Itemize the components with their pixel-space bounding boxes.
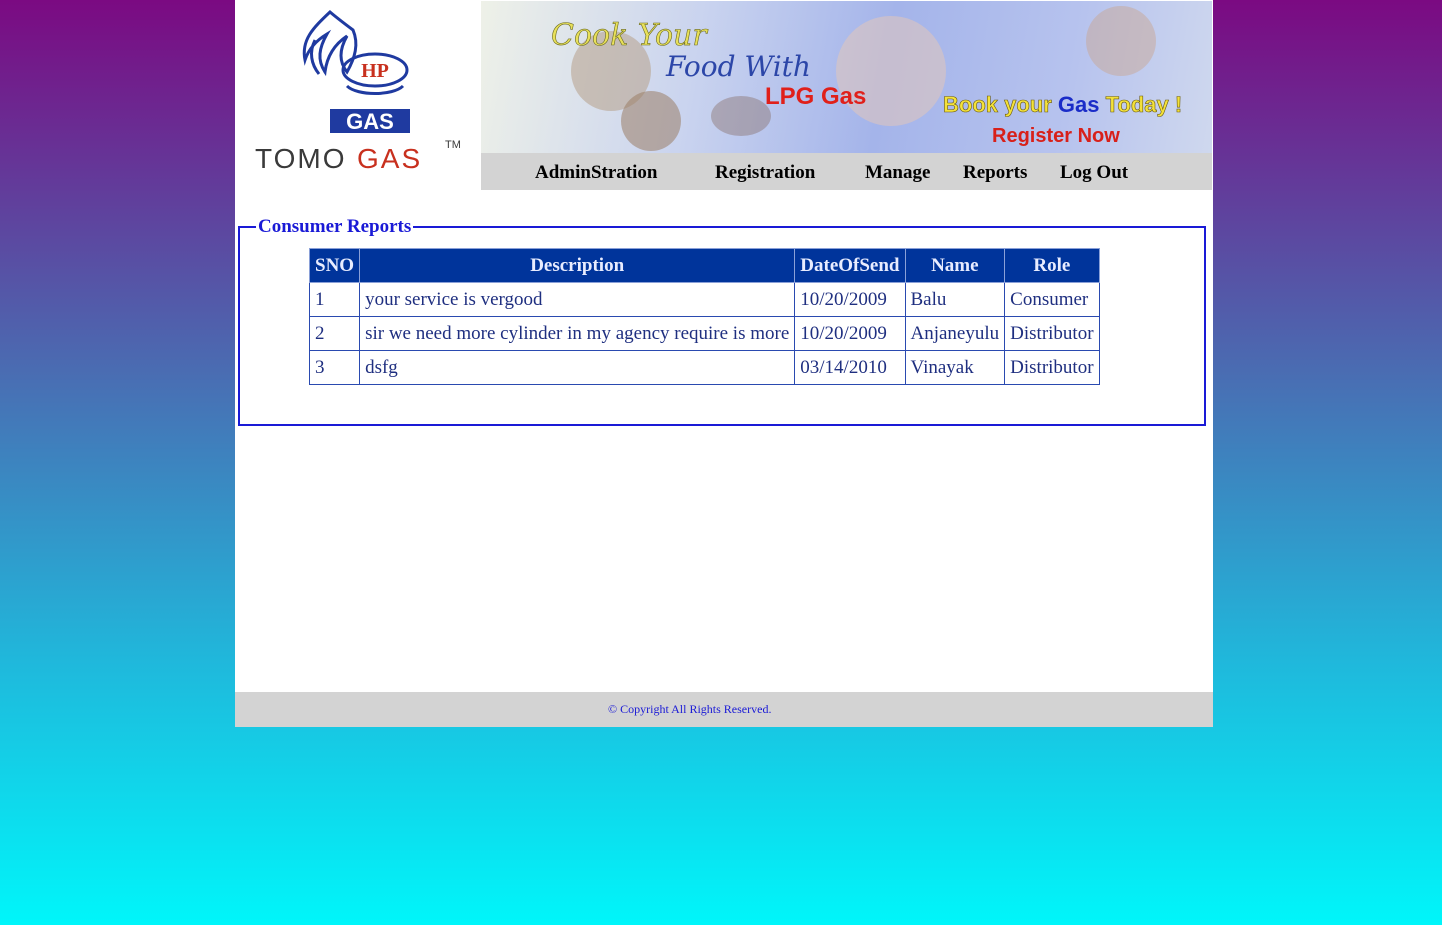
table-row: 1 your service is vergood 10/20/2009 Bal…	[308, 282, 1100, 317]
table-row: 2 sir we need more cylinder in my agency…	[308, 316, 1100, 351]
hp-gas-logo-icon: HP GAS TOMO GAS TM	[255, 9, 461, 174]
svg-text:Register Now: Register Now	[992, 125, 1120, 147]
cell-date: 10/20/2009	[794, 282, 906, 317]
cell-date: 10/20/2009	[794, 316, 906, 351]
cell-name: Balu	[904, 282, 1006, 317]
main-nav: AdminStration Registration Manage Report…	[481, 153, 1212, 190]
page-container: HP GAS TOMO GAS TM Cook Your Food With L…	[235, 0, 1213, 727]
nav-item-reports[interactable]: Reports	[963, 162, 1027, 184]
column-header-description: Description	[359, 248, 796, 283]
logo[interactable]: HP GAS TOMO GAS TM	[235, 0, 481, 190]
column-header-date: DateOfSend	[794, 248, 906, 283]
svg-text:GAS: GAS	[357, 143, 422, 174]
svg-text:HP: HP	[361, 60, 389, 82]
column-header-role: Role	[1004, 248, 1100, 283]
cell-sno: 2	[308, 316, 361, 351]
consumer-reports-legend: Consumer Reports	[258, 216, 412, 237]
cell-description: dsfg	[359, 350, 796, 385]
table-header-row: SNO Description DateOfSend Name Role	[308, 248, 1100, 283]
nav-item-registration[interactable]: Registration	[715, 162, 815, 184]
cell-name: Vinayak	[904, 350, 1006, 385]
svg-text:TM: TM	[445, 139, 461, 151]
reports-table: SNO Description DateOfSend Name Role 1 y…	[308, 248, 1100, 385]
cell-name: Anjaneyulu	[904, 316, 1006, 351]
nav-item-manage[interactable]: Manage	[865, 162, 930, 184]
header-banner: Cook Your Food With LPG Gas Book your Ga…	[481, 1, 1212, 153]
table-row: 3 dsfg 03/14/2010 Vinayak Distributor	[308, 350, 1100, 385]
cell-sno: 1	[308, 282, 361, 317]
banner-illustration: Cook Your Food With LPG Gas Book your Ga…	[551, 6, 1183, 151]
svg-text:Cook Your: Cook Your	[551, 18, 708, 53]
cell-date: 03/14/2010	[794, 350, 906, 385]
cell-description: your service is vergood	[359, 282, 796, 317]
nav-item-administration[interactable]: AdminStration	[535, 162, 657, 184]
svg-text:LPG Gas: LPG Gas	[765, 83, 866, 110]
column-header-sno: SNO	[308, 248, 361, 283]
footer: © Copyright All Rights Reserved.	[235, 692, 1213, 727]
cell-sno: 3	[308, 350, 361, 385]
cell-description: sir we need more cylinder in my agency r…	[359, 316, 796, 351]
column-header-name: Name	[904, 248, 1006, 283]
svg-text:Book your Gas Today !: Book your Gas Today !	[943, 92, 1182, 117]
svg-text:TOMO: TOMO	[255, 143, 346, 174]
cell-role: Consumer	[1004, 282, 1100, 317]
cell-role: Distributor	[1004, 350, 1100, 385]
cell-role: Distributor	[1004, 316, 1100, 351]
copyright-text: © Copyright All Rights Reserved.	[608, 702, 772, 716]
svg-text:GAS: GAS	[346, 109, 394, 134]
nav-item-logout[interactable]: Log Out	[1060, 162, 1128, 184]
svg-text:Food With: Food With	[665, 50, 811, 83]
